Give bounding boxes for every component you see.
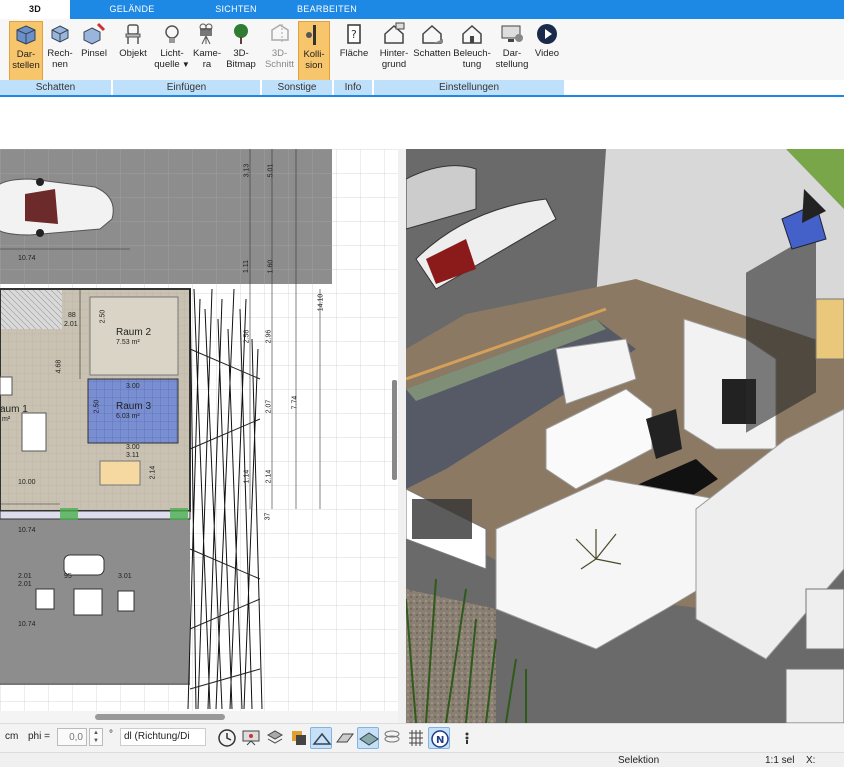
house-shadow-icon [422,24,443,44]
play-icon [537,24,557,44]
display-settings-button[interactable]: Dar- stellung [492,21,532,81]
room-label-2: Raum 2 [116,327,152,338]
brush-button[interactable]: Pinsel [78,21,110,81]
3d-render-canvas[interactable] [406,149,844,723]
brush-cube-icon [83,22,106,45]
room-label-3: Raum 3 [116,401,152,412]
room-area-3: 6.03 m² [116,413,140,420]
material-icon[interactable] [288,727,310,749]
lighting-button[interactable]: Beleuch- tung [452,21,492,81]
tab-bearbeiten[interactable]: BEARBEITEN [288,0,366,19]
house-background-icon [384,22,405,44]
phi-spinner[interactable]: ▲ ▼ [89,728,103,746]
mode-select[interactable]: dl (Richtung/Di [120,728,206,746]
presentation-icon[interactable] [240,727,262,749]
tab-sichten[interactable]: SICHTEN [200,0,272,19]
hatch-icon[interactable] [334,727,356,749]
north-icon[interactable]: N [428,727,450,749]
room-area-1: m² [2,416,11,423]
group-sonstige: Sonstige [262,80,334,95]
floor-plan-view[interactable]: 10.74 10.74 10.74 10.00 4.68 3.00 3.00 2… [0,149,398,711]
floor-plan-canvas[interactable] [0,149,398,711]
house-light-icon [462,24,482,44]
camera-button[interactable]: Kame- ra [192,21,222,81]
tab-gelaende[interactable]: GELÄNDE [92,0,172,19]
phi-input[interactable] [57,728,87,746]
status-selection: Selektion [618,755,660,766]
more-options-icon[interactable] [456,727,478,749]
collision-button[interactable]: Kolli- sion [298,21,330,81]
ribbon-tab-bar: 3D GELÄNDE SICHTEN BEARBEITEN [0,0,844,19]
room-area-2: 7.53 m² [116,339,140,346]
collision-icon [306,25,316,45]
3d-view[interactable] [406,149,844,723]
ribbon: Dar- stellen Rech- nen Pinsel Objekt Lic… [0,19,844,81]
layers-icon[interactable] [264,727,286,749]
ribbon-group-labels: Schatten Einfügen Sonstige Info Einstell… [0,80,844,95]
group-info: Info [334,80,374,95]
lightbulb-icon [165,25,179,43]
area-button[interactable]: ? Fläche [337,21,371,81]
section-icon [270,24,289,44]
cube-render-icon [16,25,36,45]
draw-mode-icon[interactable] [310,727,332,749]
svg-text:N: N [436,735,444,746]
object-button[interactable]: Objekt [116,21,150,81]
svg-text:?: ? [351,28,357,41]
group-einstellungen: Einstellungen [374,80,566,95]
bitmap3d-button[interactable]: 3D- Bitmap [224,21,258,81]
shadow-settings-button[interactable]: Schatten [412,21,452,81]
lightsource-button[interactable]: Licht- quelle ▼ [152,21,192,81]
splitter-grip[interactable] [392,380,397,480]
video-button[interactable]: Video [532,21,562,81]
view-splitter[interactable] [398,149,406,723]
room-label-1: aum 1 [0,404,28,415]
camera-icon [199,23,213,45]
background-button[interactable]: Hinter- grund [376,21,412,81]
plan-scroll-thumb[interactable] [95,714,225,720]
monitor-settings-icon [501,25,523,42]
group-schatten: Schatten [0,80,113,95]
status-scale: 1:1 sel [765,755,795,766]
status-bar: Selektion 1:1 sel X: [0,752,844,767]
plane-icon[interactable] [357,727,379,749]
phi-label: phi = [28,731,50,742]
status-x-coordinate: X: [806,755,816,766]
compute-button[interactable]: Rech- nen [44,21,76,81]
chair-icon [125,24,141,44]
grid-icon[interactable] [405,727,427,749]
degree-symbol: ° [109,729,113,740]
stack-icon[interactable] [381,727,403,749]
tab-3d[interactable]: 3D [0,0,70,19]
render-button[interactable]: Dar- stellen [9,21,43,81]
section3d-button[interactable]: 3D- Schnitt [263,21,296,81]
unit-label: cm [5,731,19,742]
clock-icon[interactable] [216,727,238,749]
ribbon-divider [0,95,844,97]
cube-compute-icon [51,25,69,43]
area-icon: ? [347,24,361,44]
group-einfuegen: Einfügen [113,80,262,95]
tree-icon [234,24,248,44]
dropdown-arrow-icon[interactable]: ▼ [180,60,190,69]
